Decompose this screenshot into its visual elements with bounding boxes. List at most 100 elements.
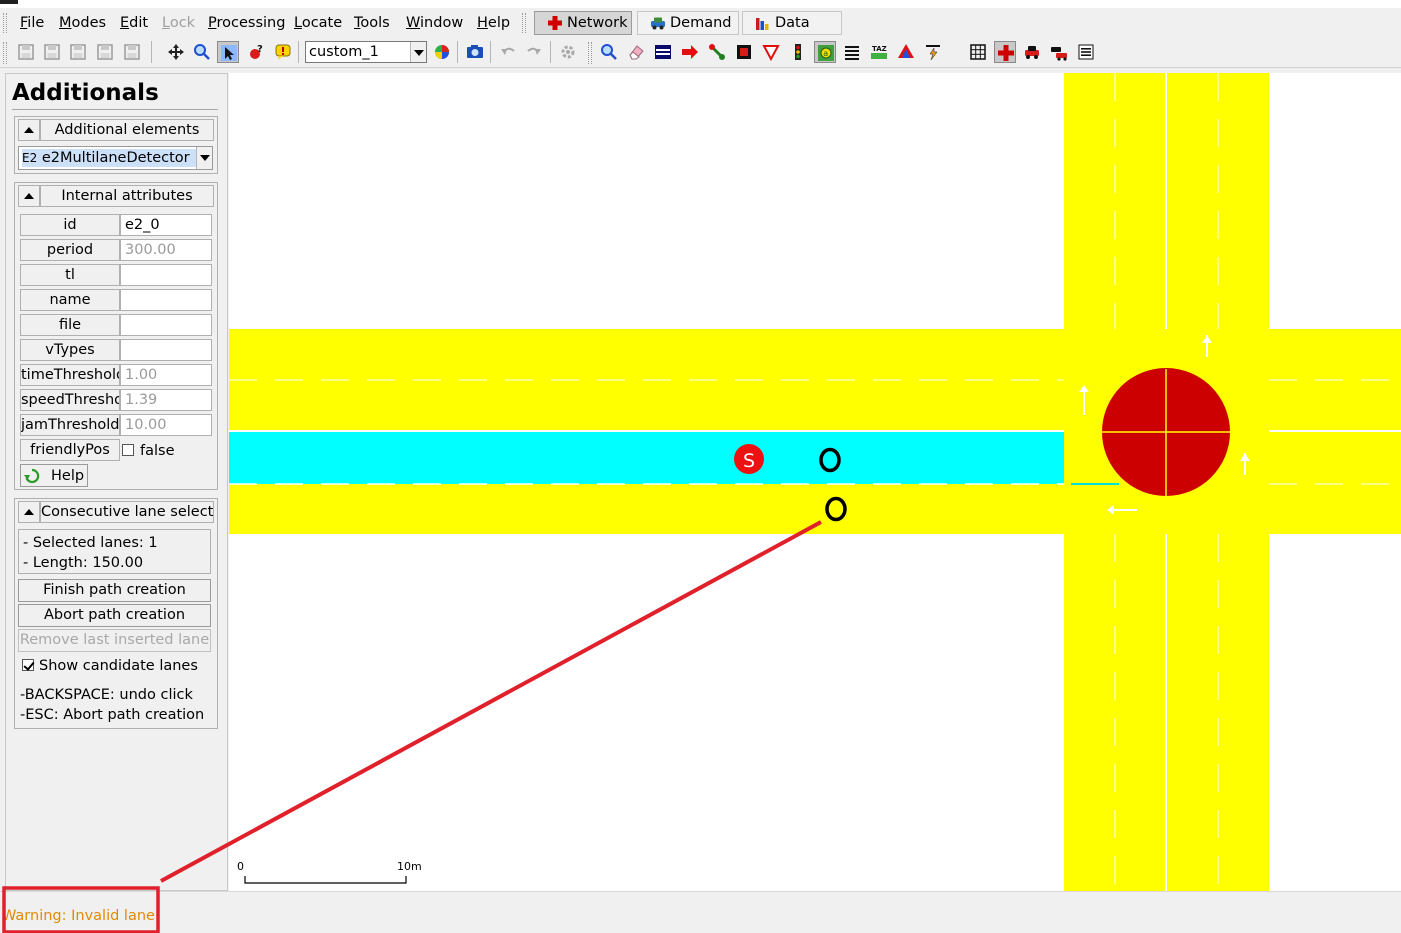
attr-input-0[interactable]: e2_0 <box>120 214 212 236</box>
triangle-down-icon <box>762 45 780 61</box>
zoom-button[interactable] <box>191 41 213 63</box>
consecutive-lane-selector-group: Consecutive lane selector - Selected lan… <box>14 498 218 729</box>
attr-input-5[interactable] <box>120 339 212 361</box>
view-scheme-select[interactable]: custom_1 <box>305 41 427 63</box>
start-marker-letter: S <box>743 450 755 472</box>
right-arrow-icon <box>682 45 698 59</box>
friendlypos-checkbox[interactable] <box>122 444 134 456</box>
menu-item-3[interactable]: Lock <box>162 14 195 32</box>
network-view-canvas[interactable]: S 0 10m <box>229 73 1401 891</box>
network-plus-icon <box>548 16 562 30</box>
question-pointer-icon: ? <box>250 44 263 59</box>
supermode-grip[interactable] <box>522 13 526 33</box>
attr-input-7[interactable]: 1.39 <box>120 389 212 411</box>
toggle-junction-shapes-button[interactable] <box>994 41 1016 63</box>
additional-element-type-select[interactable]: E2 e2MultilaneDetector <box>18 146 213 170</box>
collapse-lane-selector-button[interactable] <box>18 501 40 523</box>
edit-coloring-button[interactable] <box>431 41 453 63</box>
menu-item-8[interactable]: Help <box>477 14 510 32</box>
grid-icon <box>970 44 986 60</box>
toolbar-grip[interactable] <box>3 42 7 64</box>
save-data-button[interactable] <box>94 41 116 63</box>
abort-path-button[interactable]: Abort path creation <box>18 604 211 627</box>
connection-tool-button[interactable] <box>733 41 755 63</box>
compute-network-button[interactable] <box>557 41 579 63</box>
menu-label: dit <box>129 15 149 31</box>
move-tool-button[interactable] <box>679 41 701 63</box>
undo-button[interactable] <box>497 41 519 63</box>
floppy-disk-icon <box>97 44 113 60</box>
traffic-light-tool-button[interactable] <box>787 41 809 63</box>
toggle-list-button[interactable] <box>1075 41 1097 63</box>
locate-message-button[interactable] <box>272 41 294 63</box>
menu-item-0[interactable]: File <box>20 14 44 32</box>
create-edge-tool-button[interactable] <box>706 41 728 63</box>
help-button[interactable]: Help <box>20 464 88 487</box>
selected-lane[interactable] <box>229 432 1064 484</box>
menubar-grip[interactable] <box>3 13 7 33</box>
toggle-vehicles-button[interactable] <box>1021 41 1043 63</box>
save-demand-button[interactable] <box>67 41 89 63</box>
save-additionals-button[interactable] <box>41 41 63 63</box>
menu-mnemonic: W <box>406 15 421 31</box>
additional-element-icon: a <box>818 45 834 61</box>
crossing-stripes-icon <box>845 46 859 60</box>
screenshot-button[interactable] <box>464 41 486 63</box>
additional-tool-button[interactable]: a <box>814 41 836 63</box>
inspect-mode-button[interactable]: ? <box>245 41 267 63</box>
additional-elements-group: Additional elements E2 e2MultilaneDetect… <box>14 116 218 174</box>
show-candidate-lanes-checkbox[interactable] <box>22 659 34 671</box>
menu-label: ile <box>27 15 45 31</box>
select-tool-button[interactable] <box>652 41 674 63</box>
collapse-internal-attributes-button[interactable] <box>18 185 40 207</box>
menu-item-4[interactable]: Processing <box>208 14 285 32</box>
attr-label-1: period <box>20 239 120 261</box>
network-drawing[interactable]: S 0 10m <box>229 73 1401 891</box>
supermode-network-button[interactable]: Network <box>534 11 632 35</box>
save-network-button[interactable] <box>15 41 37 63</box>
menu-label: indow <box>420 15 464 31</box>
prohibition-tool-button[interactable] <box>760 41 782 63</box>
toggle-grid-button[interactable] <box>967 41 989 63</box>
menu-bar: File Modes Edit Lock Processing Locate Tools Wi… <box>0 8 1401 38</box>
svg-text:a: a <box>823 49 828 58</box>
attr-input-3[interactable] <box>120 289 212 311</box>
title-divider <box>12 109 218 110</box>
supermode-data-button[interactable]: Data <box>742 11 842 35</box>
attr-input-4[interactable] <box>120 314 212 336</box>
remove-last-lane-button[interactable]: Remove last inserted lane <box>18 629 211 652</box>
menu-label: elp <box>487 15 511 31</box>
edge-nodes-icon <box>709 44 725 60</box>
finish-path-button[interactable]: Finish path creation <box>18 579 211 602</box>
toolbar-grip[interactable] <box>588 42 592 64</box>
menu-item-7[interactable]: Window <box>406 14 463 32</box>
supermode-demand-button[interactable]: Demand <box>637 11 739 35</box>
recenter-view-button[interactable] <box>165 41 187 63</box>
redo-button[interactable] <box>523 41 545 63</box>
app-window: File Modes Edit Lock Processing Locate Tools Wi… <box>0 0 1401 933</box>
attr-input-2[interactable] <box>120 264 212 286</box>
menu-item-1[interactable]: Modes <box>59 14 106 32</box>
toggle-demand-elements-button[interactable] <box>1048 41 1070 63</box>
delete-tool-button[interactable] <box>625 41 647 63</box>
collapse-additional-elements-button[interactable] <box>18 119 40 141</box>
save-all-button[interactable] <box>121 41 143 63</box>
attr-input-6[interactable]: 1.00 <box>120 364 212 386</box>
status-message: Warning: Invalid lane <box>2 908 155 924</box>
menu-item-5[interactable]: Locate <box>294 14 342 32</box>
attr-input-1[interactable]: 300.00 <box>120 239 212 261</box>
taz-tool-button[interactable]: TAZ <box>868 41 890 63</box>
menu-label: rocessing <box>216 15 286 31</box>
menu-item-2[interactable]: Edit <box>120 14 148 32</box>
demand-car-icon <box>651 17 665 30</box>
supermode-demand-label: Demand <box>670 15 732 31</box>
toolbar-separator <box>298 41 299 63</box>
menu-item-6[interactable]: Tools <box>354 14 390 32</box>
help-refresh-icon <box>24 468 40 484</box>
attr-input-8[interactable]: 10.00 <box>120 414 212 436</box>
wire-tool-button[interactable] <box>922 41 944 63</box>
crossing-tool-button[interactable] <box>841 41 863 63</box>
select-mode-button[interactable] <box>217 41 239 63</box>
inspect-tool-button[interactable] <box>598 41 620 63</box>
polygon-tool-button[interactable] <box>895 41 917 63</box>
